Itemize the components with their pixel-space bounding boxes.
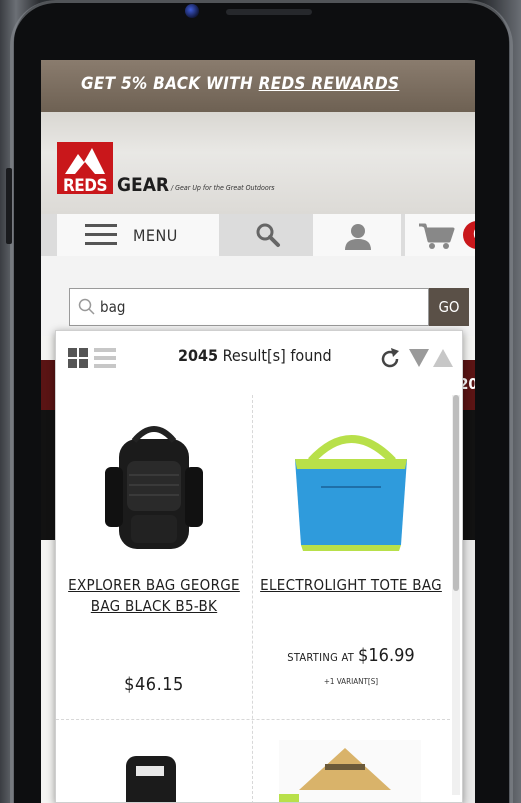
site-header: REDS GEAR / Gear Up for the Great Outdoo… xyxy=(41,112,475,214)
account-button[interactable] xyxy=(313,214,401,256)
results-scrollbar[interactable] xyxy=(452,395,460,795)
mountain-icon xyxy=(65,148,105,174)
brand-tagline: / Gear Up for the Great Outdoors xyxy=(171,184,275,192)
search-area: bag GO xyxy=(41,256,475,336)
search-query: bag xyxy=(100,298,126,316)
phone-side-button xyxy=(6,168,12,244)
backpack-image xyxy=(126,756,176,802)
black-backpack-image xyxy=(105,426,203,549)
cart-icon xyxy=(419,223,455,249)
phone-camera xyxy=(185,4,199,18)
search-nav-button[interactable] xyxy=(223,214,309,256)
user-icon xyxy=(345,224,371,250)
product-price: $16.99 xyxy=(358,645,415,666)
sort-ascending-icon[interactable] xyxy=(432,347,454,369)
grid-view-icon[interactable] xyxy=(68,348,88,368)
rewards-link[interactable]: REDS REWARDS xyxy=(259,74,400,94)
phone-speaker xyxy=(226,9,312,15)
results-count: 2045 Result[s] found xyxy=(178,346,332,365)
menu-button[interactable]: MENU xyxy=(57,214,219,256)
results-header: 2045 Result[s] found xyxy=(56,331,462,383)
blue-tote-bag-image xyxy=(295,435,407,551)
search-icon xyxy=(256,223,280,247)
promo-text: GET 5% BACK WITH REDS REWARDS xyxy=(81,74,400,94)
go-button[interactable]: GO xyxy=(429,288,469,326)
product-title[interactable]: EXPLORER BAG GEORGE BAG BLACK B5-BK xyxy=(62,575,246,617)
scrollbar-thumb[interactable] xyxy=(453,395,459,591)
list-view-icon[interactable] xyxy=(94,348,116,368)
search-icon xyxy=(78,298,95,315)
product-price-row: STARTING AT $16.99 xyxy=(253,645,449,666)
results-grid: EXPLORER BAG GEORGE BAG BLACK B5-BK $46.… xyxy=(56,395,450,802)
product-card[interactable]: ELECTROLIGHT TOTE BAG STARTING AT $16.99 … xyxy=(253,395,449,719)
logo-reds-text: REDS xyxy=(63,176,107,196)
search-input[interactable]: bag xyxy=(69,288,429,326)
cart-count-badge: 0 xyxy=(463,221,475,249)
refresh-icon[interactable] xyxy=(378,347,402,371)
product-title[interactable]: ELECTROLIGHT TOTE BAG xyxy=(259,575,443,596)
logo-gear-text: GEAR xyxy=(117,174,170,196)
hamburger-icon xyxy=(85,224,117,246)
packaged-product-image xyxy=(279,740,421,802)
cart-button[interactable]: 0 xyxy=(405,214,475,256)
product-card[interactable] xyxy=(253,720,449,802)
sort-descending-icon[interactable] xyxy=(408,347,430,369)
product-card[interactable] xyxy=(56,720,252,802)
variant-count: +1 VARIANT[S] xyxy=(323,677,379,686)
starting-at-label: STARTING AT xyxy=(287,651,355,664)
nav-bar: MENU 0 xyxy=(41,214,475,256)
search-results-dropdown: 2045 Result[s] found EXPLORER BAG GEORGE… xyxy=(55,330,463,803)
promo-banner[interactable]: GET 5% BACK WITH REDS REWARDS xyxy=(41,60,475,112)
product-price: $46.15 xyxy=(124,674,184,695)
phone-screen: GET 5% BACK WITH REDS REWARDS REDS GEAR … xyxy=(41,60,475,803)
menu-label: MENU xyxy=(133,226,178,245)
product-card[interactable]: EXPLORER BAG GEORGE BAG BLACK B5-BK $46.… xyxy=(56,395,252,719)
